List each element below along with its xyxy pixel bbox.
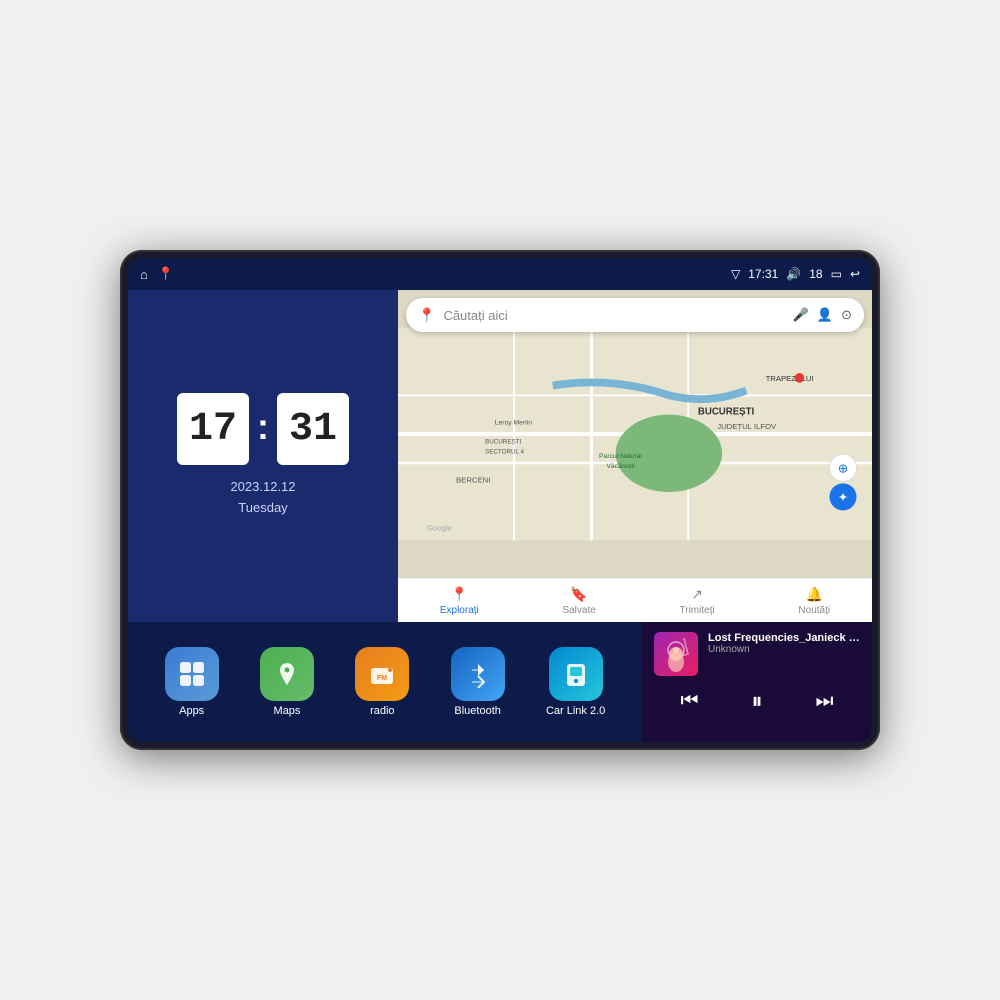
svg-text:✦: ✦ <box>838 491 849 505</box>
svg-text:Leroy Merlin: Leroy Merlin <box>495 419 532 426</box>
map-nav-saved[interactable]: 🔖 Salvate <box>562 586 595 616</box>
back-icon[interactable]: ↩ <box>850 267 860 281</box>
svg-text:Văcărești: Văcărești <box>606 463 635 470</box>
status-left: ⌂ 📍 <box>140 266 174 282</box>
svg-text:Parcul Natural: Parcul Natural <box>599 453 642 460</box>
map-search-actions: 🎤 👤 ⊙ <box>793 307 852 323</box>
clock-colon: : <box>257 406 269 448</box>
device-screen: ⌂ 📍 ▽ 17:31 🔊 18 ▭ ↩ 17 : <box>128 258 872 742</box>
carlink-label: Car Link 2.0 <box>546 705 605 717</box>
music-info: Lost Frequencies_Janieck Devy-... Unknow… <box>654 632 860 676</box>
clock-panel: 17 : 31 2023.12.12 Tuesday <box>128 290 398 622</box>
google-maps-icon: 📍 <box>418 307 435 324</box>
map-nav-share[interactable]: ↗ Trimiteți <box>680 586 715 616</box>
clock-minutes: 31 <box>277 393 349 465</box>
bluetooth-icon <box>451 647 505 701</box>
app-item-carlink[interactable]: Car Link 2.0 <box>546 647 605 717</box>
svg-text:Google: Google <box>427 524 452 533</box>
svg-text:TRAPEZULUI: TRAPEZULUI <box>766 374 814 383</box>
map-nav-news[interactable]: 🔔 Noutăți <box>798 586 830 616</box>
home-icon[interactable]: ⌂ <box>140 267 148 282</box>
app-item-maps[interactable]: Maps <box>260 647 314 717</box>
svg-text:BUCUREȘTI: BUCUREȘTI <box>485 439 521 446</box>
music-title: Lost Frequencies_Janieck Devy-... <box>708 632 860 644</box>
music-artist: Unknown <box>708 644 860 655</box>
news-icon: 🔔 <box>806 586 823 603</box>
play-pause-button[interactable]: ⏸ <box>743 684 770 718</box>
clock-date: 2023.12.12 Tuesday <box>230 477 295 519</box>
svg-text:JUDEȚUL ILFOV: JUDEȚUL ILFOV <box>717 422 777 431</box>
map-area[interactable]: BUCUREȘTI JUDEȚUL ILFOV TRAPEZULUI BERCE… <box>398 290 872 578</box>
svg-text:BUCUREȘTI: BUCUREȘTI <box>698 407 755 418</box>
music-details: Lost Frequencies_Janieck Devy-... Unknow… <box>708 632 860 655</box>
app-item-radio[interactable]: FM radio <box>355 647 409 717</box>
map-search-input[interactable]: Căutați aici <box>443 308 784 323</box>
main-content: 17 : 31 2023.12.12 Tuesday 📍 Căutați aic… <box>128 290 872 742</box>
radio-label: radio <box>370 705 394 717</box>
apps-icon <box>165 647 219 701</box>
app-item-apps[interactable]: Apps <box>165 647 219 717</box>
layers-icon[interactable]: ⊙ <box>841 307 852 323</box>
account-icon[interactable]: 👤 <box>817 307 833 323</box>
top-section: 17 : 31 2023.12.12 Tuesday 📍 Căutați aic… <box>128 290 872 622</box>
status-bar: ⌂ 📍 ▽ 17:31 🔊 18 ▭ ↩ <box>128 258 872 290</box>
apps-dock: Apps Maps <box>128 622 642 742</box>
clock-hours: 17 <box>177 393 249 465</box>
music-player: Lost Frequencies_Janieck Devy-... Unknow… <box>642 622 872 742</box>
bottom-section: Apps Maps <box>128 622 872 742</box>
radio-icon: FM <box>355 647 409 701</box>
map-search-bar[interactable]: 📍 Căutați aici 🎤 👤 ⊙ <box>406 298 864 332</box>
battery-icon: ▭ <box>831 267 842 281</box>
map-nav-bottom: 📍 Explorați 🔖 Salvate ↗ Trimiteți 🔔 <box>398 578 872 622</box>
prev-button[interactable]: ⏮ <box>672 686 706 717</box>
share-icon: ↗ <box>691 586 703 603</box>
explore-icon: 📍 <box>451 586 468 603</box>
news-label: Noutăți <box>798 605 830 616</box>
map-nav-explore[interactable]: 📍 Explorați <box>440 586 479 616</box>
clock-display: 17 : 31 <box>177 393 349 465</box>
svg-text:SECTORUL 4: SECTORUL 4 <box>485 448 525 455</box>
status-time: 17:31 <box>748 267 778 281</box>
music-controls: ⏮ ⏸ ⏭ <box>654 684 860 718</box>
signal-icon: ▽ <box>731 267 740 281</box>
map-panel[interactable]: 📍 Căutați aici 🎤 👤 ⊙ <box>398 290 872 622</box>
maps-icon <box>260 647 314 701</box>
maps-shortcut-icon[interactable]: 📍 <box>158 266 174 282</box>
battery-level: 18 <box>809 267 822 281</box>
apps-label: Apps <box>179 705 204 717</box>
map-svg: BUCUREȘTI JUDEȚUL ILFOV TRAPEZULUI BERCE… <box>398 290 872 578</box>
carlink-icon <box>549 647 603 701</box>
svg-text:FM: FM <box>377 675 387 682</box>
share-label: Trimiteți <box>680 605 715 616</box>
maps-label: Maps <box>274 705 301 717</box>
next-button[interactable]: ⏭ <box>807 686 841 717</box>
saved-label: Salvate <box>562 605 595 616</box>
saved-icon: 🔖 <box>570 586 587 603</box>
volume-icon: 🔊 <box>786 267 801 281</box>
status-right: ▽ 17:31 🔊 18 ▭ ↩ <box>731 267 860 281</box>
svg-text:BERCENI: BERCENI <box>456 475 490 484</box>
bluetooth-label: Bluetooth <box>454 705 500 717</box>
app-item-bluetooth[interactable]: Bluetooth <box>451 647 505 717</box>
music-thumbnail <box>654 632 698 676</box>
mic-icon[interactable]: 🎤 <box>793 307 809 323</box>
explore-label: Explorați <box>440 605 479 616</box>
svg-text:⊕: ⊕ <box>838 462 849 476</box>
car-display-device: ⌂ 📍 ▽ 17:31 🔊 18 ▭ ↩ 17 : <box>120 250 880 750</box>
